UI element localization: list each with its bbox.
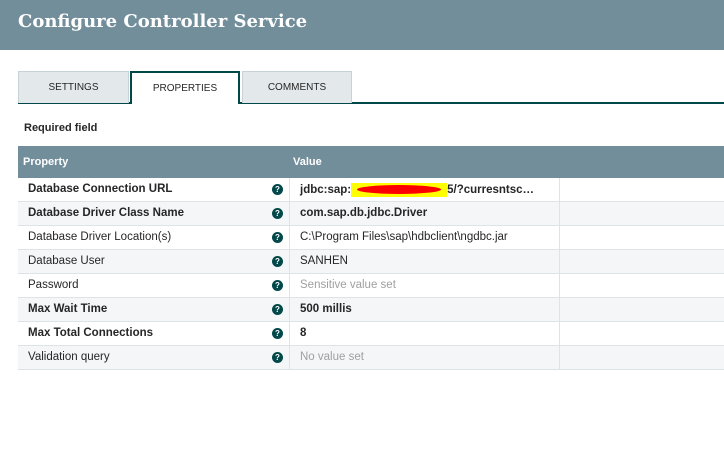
- property-value-cell[interactable]: No value set: [289, 346, 560, 370]
- column-header-value[interactable]: Value: [293, 156, 322, 168]
- property-value: 500 millis: [300, 303, 352, 315]
- property-value: 8: [300, 327, 307, 339]
- table-row[interactable]: Database Driver Location(s) ? C:\Program…: [18, 226, 724, 250]
- property-name: Database User: [28, 255, 105, 267]
- property-value-cell[interactable]: jdbc:sap: 5/?curresntsc…: [289, 178, 560, 202]
- property-value-cell[interactable]: C:\Program Files\sap\hdbclient\ngdbc.jar: [289, 226, 560, 250]
- help-icon[interactable]: ?: [272, 208, 283, 219]
- property-value: No value set: [300, 351, 364, 363]
- help-icon[interactable]: ?: [272, 328, 283, 339]
- property-value-cell[interactable]: com.sap.db.jdbc.Driver: [289, 202, 560, 226]
- table-row[interactable]: Max Total Connections ? 8: [18, 322, 724, 346]
- column-header-property[interactable]: Property: [23, 156, 68, 168]
- property-name: Database Driver Class Name: [28, 207, 184, 219]
- property-name: Max Total Connections: [28, 327, 154, 339]
- table-row[interactable]: Validation query ? No value set: [18, 346, 724, 370]
- help-icon[interactable]: ?: [272, 352, 283, 363]
- table-row[interactable]: Database Driver Class Name ? com.sap.db.…: [18, 202, 724, 226]
- tab-settings[interactable]: SETTINGS: [18, 71, 129, 103]
- tab-bar: SETTINGS PROPERTIES COMMENTS: [18, 71, 724, 104]
- property-value: com.sap.db.jdbc.Driver: [300, 207, 428, 219]
- help-icon[interactable]: ?: [272, 304, 283, 315]
- help-icon[interactable]: ?: [272, 184, 283, 195]
- properties-table: Property Value Database Connection URL ?…: [18, 146, 724, 370]
- required-field-legend: Required field: [24, 122, 98, 134]
- table-header: Property Value: [18, 146, 724, 178]
- dialog-title: Configure Controller Service: [18, 11, 308, 32]
- tab-comments[interactable]: COMMENTS: [242, 71, 352, 103]
- property-value-cell[interactable]: SANHEN: [289, 250, 560, 274]
- property-value: Sensitive value set: [300, 279, 396, 291]
- property-name: Database Driver Location(s): [28, 231, 172, 243]
- help-icon[interactable]: ?: [272, 256, 283, 267]
- table-row[interactable]: Database User ? SANHEN: [18, 250, 724, 274]
- property-value: C:\Program Files\sap\hdbclient\ngdbc.jar: [300, 231, 508, 243]
- table-row[interactable]: Max Wait Time ? 500 millis: [18, 298, 724, 322]
- property-name: Database Connection URL: [28, 183, 173, 195]
- property-value-cell[interactable]: 500 millis: [289, 298, 560, 322]
- property-value: SANHEN: [300, 255, 348, 267]
- property-name: Max Wait Time: [28, 303, 108, 315]
- tab-properties[interactable]: PROPERTIES: [130, 71, 240, 104]
- help-icon[interactable]: ?: [272, 232, 283, 243]
- property-value-cell[interactable]: Sensitive value set: [289, 274, 560, 298]
- property-value: jdbc:sap:: [300, 184, 352, 197]
- table-row[interactable]: Password ? Sensitive value set: [18, 274, 724, 298]
- property-value-cell[interactable]: 8: [289, 322, 560, 346]
- property-name: Password: [28, 279, 79, 291]
- help-icon[interactable]: ?: [272, 280, 283, 291]
- redaction-mark: [351, 183, 448, 197]
- property-name: Validation query: [28, 351, 110, 363]
- dialog-header: Configure Controller Service: [0, 0, 724, 50]
- property-value-end: 5/?curresntsc…: [447, 184, 535, 197]
- table-row[interactable]: Database Connection URL ? jdbc:sap: 5/?cu…: [18, 178, 724, 202]
